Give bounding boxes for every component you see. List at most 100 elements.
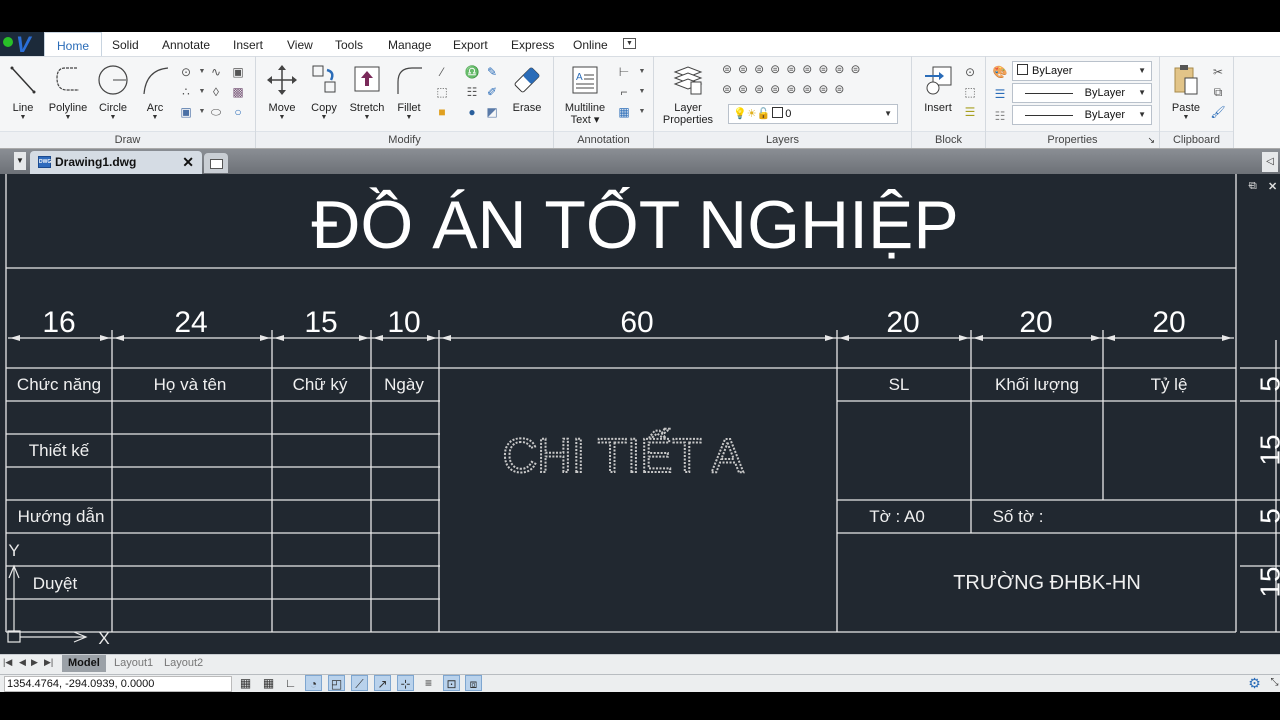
viewport-close-button[interactable]: ✕: [1268, 180, 1277, 193]
new-tab-button[interactable]: [204, 153, 228, 173]
gradient-icon[interactable]: ▣: [178, 104, 194, 120]
dynamic-input-icon[interactable]: ⊹: [397, 675, 414, 691]
insert-block-button[interactable]: Insert: [918, 64, 958, 114]
attribute-icon[interactable]: ☰: [962, 104, 978, 120]
break-icon[interactable]: ✐: [484, 84, 500, 100]
paste-button[interactable]: Paste ▼: [1166, 64, 1206, 122]
hatch-icon[interactable]: ▩: [230, 84, 246, 100]
points-icon[interactable]: ∴: [178, 84, 194, 100]
snap-mode-icon[interactable]: ▦: [260, 675, 277, 691]
chevron-down-icon: ▼: [1138, 88, 1146, 97]
dropdown-caret-icon: ▼: [638, 108, 646, 115]
prev-layout-icon[interactable]: ◀: [19, 657, 26, 668]
last-layout-icon[interactable]: ▶|: [44, 657, 53, 668]
edit-polyline-icon[interactable]: ◩: [484, 104, 500, 120]
next-layout-icon[interactable]: ▶: [31, 657, 38, 668]
layer-dropdown[interactable]: 💡☀🔓 0 ▼: [728, 104, 898, 124]
object-snap-icon[interactable]: ◰: [328, 675, 345, 691]
lineweight-icon[interactable]: ☰: [992, 86, 1008, 102]
tab-online[interactable]: Online: [573, 32, 608, 56]
tab-annotate[interactable]: Annotate: [162, 32, 210, 56]
settings-gear-icon[interactable]: ⚙: [1246, 675, 1263, 691]
row-dim-label: 15: [1254, 566, 1280, 597]
ribbon-minimize-button[interactable]: ▼: [623, 38, 636, 49]
array-icon[interactable]: ☷: [464, 84, 480, 100]
spline-icon[interactable]: ∿: [208, 64, 224, 80]
tab-solid[interactable]: Solid: [112, 32, 139, 56]
arc-button[interactable]: Arc ▼: [138, 64, 172, 122]
mirror-icon[interactable]: ♎: [464, 64, 480, 80]
copy-clip-icon[interactable]: ⧉: [1210, 84, 1226, 100]
dimension-arrow: [1091, 335, 1101, 341]
multiline-text-button[interactable]: A Multiline Text ▾: [562, 64, 608, 126]
selection-cycling-icon[interactable]: ⧈: [465, 675, 482, 691]
layer-tools-row-2[interactable]: ⊜⊜⊜⊜⊜⊜⊜⊜: [722, 82, 912, 96]
ortho-mode-icon[interactable]: ∟: [282, 675, 299, 691]
close-tab-icon[interactable]: ✕: [182, 151, 194, 173]
move-button[interactable]: Move ▼: [264, 64, 300, 122]
tab-tools[interactable]: Tools: [335, 32, 363, 56]
tab-export[interactable]: Export: [453, 32, 488, 56]
donut-icon[interactable]: ○: [230, 104, 246, 120]
lineweight-dropdown[interactable]: ByLayer ▼: [1012, 105, 1152, 125]
match-properties-icon[interactable]: 🖌: [1210, 104, 1226, 120]
panel-launcher-icon[interactable]: ↘: [1147, 135, 1155, 146]
linetype-dropdown[interactable]: ByLayer ▼: [1012, 83, 1152, 103]
join-icon[interactable]: ✎: [484, 64, 500, 80]
first-layout-icon[interactable]: |◀: [3, 657, 12, 668]
viewport-restore-button[interactable]: ⧉: [1249, 180, 1257, 193]
create-block-icon[interactable]: ⊙: [962, 64, 978, 80]
linear-dimension-icon[interactable]: ⊢: [616, 64, 632, 80]
bottom-frame: [0, 692, 1280, 720]
circle-button[interactable]: Circle ▼: [96, 64, 130, 122]
object-snap-tracking-icon[interactable]: ⟋: [351, 675, 368, 691]
line-button[interactable]: Line ▼: [6, 64, 40, 122]
tab-insert[interactable]: Insert: [233, 32, 263, 56]
file-tabs-menu-button[interactable]: ▼: [14, 152, 26, 170]
cut-icon[interactable]: ✂: [1210, 64, 1226, 80]
offset-icon[interactable]: ■: [434, 104, 450, 120]
revcloud-icon[interactable]: ⬭: [208, 104, 224, 120]
polar-tracking-icon[interactable]: ◔: [305, 675, 322, 691]
tab-manage[interactable]: Manage: [388, 32, 431, 56]
tab-scroll-left-button[interactable]: ◁: [1262, 152, 1278, 172]
dynamic-ucs-icon[interactable]: ↗: [374, 675, 391, 691]
tab-model[interactable]: Model: [62, 655, 106, 672]
tab-home[interactable]: Home: [44, 32, 103, 56]
header-scale: Tỷ lệ: [1151, 375, 1188, 394]
erase-button[interactable]: Erase: [510, 64, 544, 114]
lineweight-toggle-icon[interactable]: ≡: [420, 675, 437, 691]
layer-tools-row-1[interactable]: ⊜⊜⊜⊜⊜⊜⊜⊜⊜: [722, 62, 912, 76]
polyline-button[interactable]: Polyline ▼: [46, 64, 90, 122]
layer-on-icon: 💡: [733, 108, 747, 120]
linetype-icon[interactable]: ☷: [992, 108, 1008, 124]
panel-draw: Line ▼ Polyline ▼ Circle ▼ Arc ▼ ⊙ ▼ ∿ ▣ ∴ ▼…: [0, 56, 256, 148]
tab-express[interactable]: Express: [511, 32, 554, 56]
dim-label: 20: [1152, 306, 1185, 339]
copy-button[interactable]: Copy ▼: [306, 64, 342, 122]
chevron-down-icon: ▼: [1138, 66, 1146, 75]
explode-icon[interactable]: ⬚: [434, 84, 450, 100]
polygon-icon[interactable]: ◊: [208, 84, 224, 100]
app-status-dot-icon: [3, 37, 13, 47]
document-tab[interactable]: DWG Drawing1.dwg ✕: [30, 151, 202, 174]
app-menu-button[interactable]: V: [0, 32, 44, 57]
leader-icon[interactable]: ⌐: [616, 84, 632, 100]
grid-display-icon[interactable]: ▦: [237, 675, 254, 691]
transparency-icon[interactable]: ⊡: [443, 675, 460, 691]
layer-properties-button[interactable]: Layer Properties: [660, 64, 716, 126]
fullscreen-icon[interactable]: ⤡: [1266, 675, 1280, 691]
color-palette-icon[interactable]: 🎨: [992, 64, 1008, 80]
center-mark-icon[interactable]: ⊙: [178, 64, 194, 80]
stretch-button[interactable]: Stretch ▼: [348, 64, 386, 122]
trim-icon[interactable]: ⁄: [434, 64, 450, 80]
explode-bomb-icon[interactable]: ●: [464, 104, 480, 120]
fillet-button[interactable]: Fillet ▼: [392, 64, 426, 122]
tab-layout2[interactable]: Layout2: [158, 655, 209, 672]
edit-block-icon[interactable]: ⬚: [962, 84, 978, 100]
rectangle-point-icon[interactable]: ▣: [230, 64, 246, 80]
table-icon[interactable]: ▦: [616, 104, 632, 120]
tab-layout1[interactable]: Layout1: [108, 655, 159, 672]
color-dropdown[interactable]: ByLayer ▼: [1012, 61, 1152, 81]
tab-view[interactable]: View: [287, 32, 313, 56]
